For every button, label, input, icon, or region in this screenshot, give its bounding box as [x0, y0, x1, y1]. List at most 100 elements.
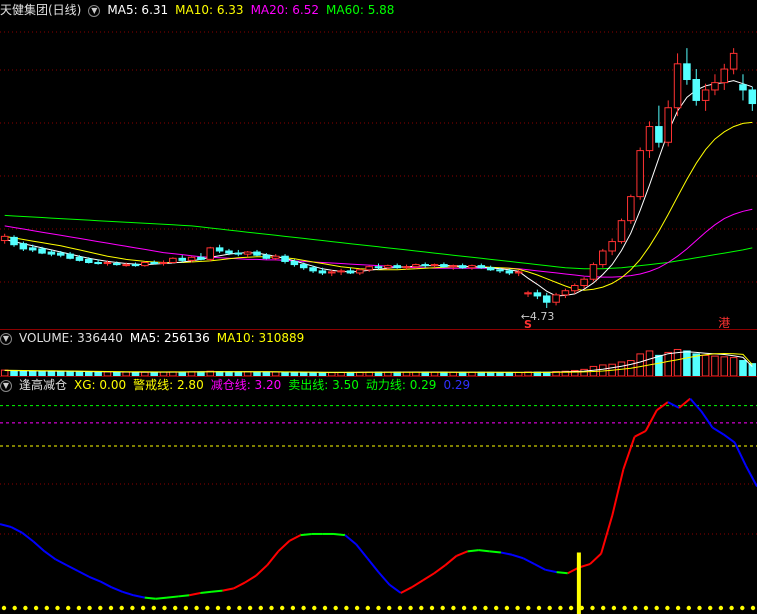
xg-segment: [478, 549, 490, 553]
candle-body: [94, 261, 102, 265]
reduce-line-label: 减仓线: 3.20: [210, 378, 282, 392]
volume-toggle-icon[interactable]: ▼: [0, 332, 12, 345]
candle-body: [599, 250, 607, 266]
volume-ma5-label: MA5: 256136: [129, 331, 210, 345]
volume-ma10-label: MA10: 310889: [216, 331, 305, 345]
candle-body: [486, 267, 495, 271]
volume-bar: [150, 371, 158, 376]
xg-segment: [689, 397, 703, 413]
candle-body: [683, 63, 691, 81]
xg-segment: [277, 540, 291, 553]
xg-segment: [99, 580, 112, 589]
volume-bar: [683, 350, 691, 376]
baseline-dot: [387, 605, 392, 611]
baseline-dot: [718, 605, 724, 611]
baseline-dot: [526, 605, 531, 611]
candle-body: [271, 255, 280, 259]
volume-bar: [113, 371, 121, 376]
volume-chart[interactable]: [0, 346, 757, 376]
candle-body: [748, 89, 757, 105]
volume-bar: [720, 356, 729, 376]
candle-body: [206, 247, 215, 260]
baseline-dot: [205, 605, 210, 611]
baseline-dot: [558, 605, 563, 611]
extra-value-label: 0.29: [443, 378, 471, 392]
volume-bar: [496, 371, 504, 376]
candle-body: [561, 290, 570, 296]
indicator-name[interactable]: 逢高减仓: [19, 378, 67, 392]
baseline-dot: [408, 605, 413, 611]
baseline-dot: [568, 605, 574, 611]
candle-body: [131, 264, 140, 267]
volume-bar: [505, 372, 514, 376]
baseline-dot: [654, 605, 659, 611]
indicator-chart[interactable]: [0, 394, 757, 614]
baseline-dot: [98, 605, 103, 611]
baseline-dot: [194, 605, 199, 611]
candle-body: [636, 150, 644, 198]
candle-body: [75, 256, 84, 261]
candle-body: [299, 264, 308, 269]
volume-bar: [122, 371, 130, 376]
xg-segment: [32, 540, 46, 553]
xg-segment: [556, 571, 568, 575]
xg-segment: [611, 468, 625, 516]
baseline-dot: [76, 605, 82, 611]
baseline-dot: [301, 605, 306, 611]
volume-bar: [729, 357, 738, 376]
baseline-dot: [130, 605, 135, 611]
price-chart[interactable]: ←4.73S 港: [0, 0, 757, 330]
candle-body: [141, 261, 149, 267]
candle-body: [10, 236, 18, 246]
baseline-dot: [344, 605, 349, 611]
baseline-dot: [675, 605, 681, 611]
xg-segment: [522, 557, 535, 565]
xg-segment: [189, 591, 201, 597]
xg-segment: [589, 552, 602, 565]
baseline-dot: [547, 605, 552, 611]
candle-body: [234, 252, 243, 255]
volume-bar: [187, 371, 196, 376]
indicator-toggle-icon[interactable]: ▼: [0, 379, 12, 392]
xg-label: XG: 0.00: [74, 378, 127, 392]
baseline-dot: [183, 605, 189, 611]
xg-segment: [656, 401, 669, 412]
candle-body: [645, 126, 654, 152]
baseline-dot: [247, 605, 253, 611]
candle-body: [729, 52, 738, 70]
baseline-dot: [269, 605, 274, 611]
xg-segment: [634, 430, 647, 438]
candle-body: [243, 251, 252, 255]
candle-body: [28, 247, 37, 251]
candle-body: [346, 270, 355, 274]
xg-segment: [711, 426, 725, 436]
xg-segment: [355, 543, 369, 559]
baseline-dot: [397, 605, 403, 611]
volume-bar: [711, 355, 719, 376]
volume-bar: [739, 360, 747, 376]
volume-bar: [159, 371, 168, 376]
xg-segment: [667, 401, 680, 409]
xg-segment: [200, 590, 212, 594]
baseline-dot: [312, 605, 317, 611]
xg-segment: [377, 571, 391, 586]
volume-bar: [271, 371, 280, 376]
xg-segment: [110, 586, 123, 593]
volume-bar: [10, 369, 18, 376]
xg-segment: [211, 589, 223, 593]
candle-body: [309, 267, 317, 272]
volume-bar: [94, 371, 102, 376]
baseline-dot: [515, 605, 520, 611]
baseline-dot: [12, 605, 17, 611]
baseline-dot: [33, 605, 39, 611]
xg-segment: [444, 555, 458, 566]
baseline-dot: [140, 605, 146, 611]
baseline-dot: [23, 605, 28, 611]
warn-line-label: 警戒线: 2.80: [133, 378, 204, 392]
volume-bar: [38, 370, 46, 376]
candle-body: [496, 269, 504, 272]
candle-body: [19, 243, 28, 250]
baseline-dot: [55, 605, 60, 611]
volume-bar: [748, 363, 757, 376]
candle-body: [47, 251, 56, 255]
